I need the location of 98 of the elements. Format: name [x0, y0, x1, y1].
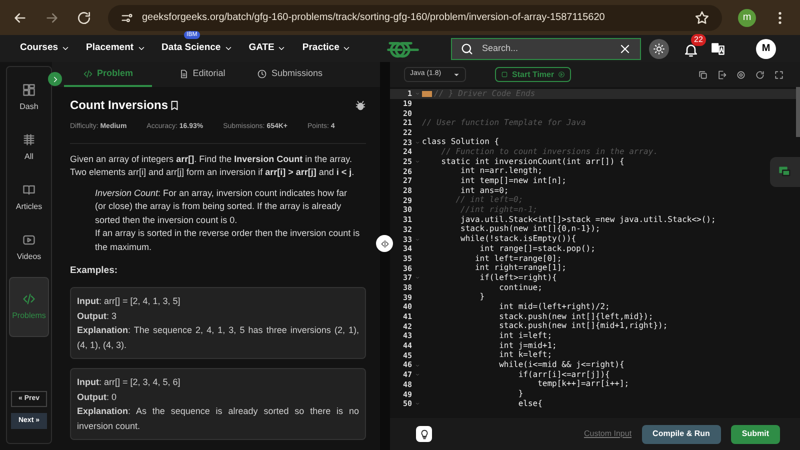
search-placeholder: Search... — [482, 42, 520, 55]
bug-icon[interactable] — [355, 100, 366, 110]
code-line: int n=arr.length; — [460, 165, 542, 176]
code-line: } — [478, 291, 485, 304]
play-icon — [558, 71, 566, 78]
caret-icon — [342, 44, 352, 53]
code-icon — [82, 68, 93, 78]
note-text: Inversion Count: For an array, inversion count indicates how far (or close) the array is from being sorted. If the array is already sorted then the inversion count is 0. — [95, 186, 348, 226]
code-line: java.util.Stack<int[]>stack =new java.util.Stack<>(); — [460, 214, 716, 225]
example-line: Output: 3 — [77, 310, 118, 323]
timer-icon — [501, 71, 508, 78]
code-line: class Solution { — [422, 136, 500, 148]
code-line: int left=range[0]; — [474, 253, 562, 264]
tab[interactable]: Submissions — [246, 62, 334, 87]
code-line: if(left>=right){ — [478, 272, 557, 284]
code-comment: //int right=n-1; — [460, 204, 538, 216]
code-icon — [22, 292, 36, 306]
search-icon — [460, 42, 474, 56]
code-line: stack.push(new int[]{mid+1,right}); — [498, 321, 668, 332]
example-line: Explanation: As the sequence is already sorted so there is no inversion count. — [77, 405, 359, 433]
tab[interactable]: Editorial — [158, 62, 246, 87]
bell-icon[interactable] — [683, 42, 699, 58]
chat-icon — [778, 165, 792, 179]
caret-icon — [61, 44, 70, 53]
star-icon[interactable] — [694, 10, 710, 26]
code-line: int temp[]=new int[n]; — [460, 175, 566, 186]
compile-run-button[interactable]: Compile & Run — [642, 424, 721, 444]
start-timer-button[interactable]: Start Timer — [495, 67, 572, 82]
example-line: Explanation: The sequence 2, 4, 1, 3, 5 has three inversions (2, 1), (4, 1), (4, 3). — [77, 324, 359, 352]
code-line: int mid=(left+right)/2; — [498, 300, 610, 312]
sidebar-item[interactable]: Videos — [9, 227, 49, 269]
code-line: continue; — [498, 282, 542, 294]
code-line: if(arr[i]<=arr[j]){ — [517, 369, 610, 380]
settings-icon[interactable] — [736, 70, 746, 80]
code-comment: // Function to count inversions in the array. — [440, 146, 658, 158]
code-comment: // int left=0; — [454, 194, 524, 206]
scrollbar[interactable] — [796, 87, 800, 137]
code-line: static int inversionCount(int arr[]) { — [440, 156, 624, 166]
caret-icon — [453, 71, 460, 78]
bookmark-icon[interactable] — [169, 100, 180, 110]
code-line: else{ — [517, 398, 542, 410]
note-text: If an array is sorted in the reverse order then the inversion count is the maximum. — [95, 227, 360, 254]
example-line: Output: 0 — [77, 390, 118, 404]
code-line: int k=left; — [498, 350, 552, 360]
caret-icon — [136, 44, 146, 53]
problem-title: Count Inversions — [70, 97, 168, 114]
code-line: stack.push(new int[]{left,mid}); — [498, 311, 654, 322]
example-line: Input: arr[] = [2, 3, 4, 5, 6] — [77, 376, 182, 390]
export-icon[interactable] — [717, 70, 727, 80]
sidebar-item[interactable]: Articles — [9, 177, 49, 219]
reload-icon[interactable] — [76, 10, 92, 26]
address-bar[interactable]: geeksforgeeks.org/batch/gfg-160-problems/track/sorting-gfg-160/problem/inversion-of-array-1587115620 — [108, 4, 722, 30]
fullscreen-icon[interactable] — [774, 70, 784, 80]
problem-description: Given an array of integers arr[]. Find the Inversion Count in the array. Two elements arr[i] and arr[j] form an inversion if arr[i] > arr[j] and i < j. — [70, 152, 356, 178]
code-line: temp[k++]=arr[i++]; — [538, 379, 630, 390]
grid-icon — [22, 133, 36, 147]
nav-menu[interactable]: GATE — [248, 41, 286, 56]
folded-code-marker[interactable] — [422, 90, 432, 97]
theme-toggle[interactable] — [649, 38, 669, 58]
document-icon — [178, 68, 189, 78]
examples-heading: Examples: — [70, 264, 119, 278]
book-icon — [22, 183, 36, 197]
submit-button[interactable]: Submit — [730, 424, 780, 444]
nav-menu[interactable]: Practice — [302, 41, 352, 56]
code-line: int right=range[1]; — [474, 263, 566, 274]
nav-menu[interactable]: Placement — [86, 41, 146, 56]
copy-icon[interactable] — [698, 70, 708, 80]
caret-icon — [224, 44, 233, 53]
search-field[interactable]: Search... — [451, 38, 641, 60]
sun-icon — [653, 42, 665, 54]
nav-menu[interactable]: Data Science — [162, 41, 233, 56]
code-line: stack.push(new int[]{0,n-1}); — [460, 224, 600, 234]
code-line: int i=left; — [498, 330, 552, 342]
code-line: } — [517, 388, 524, 400]
url-text: geeksforgeeks.org/batch/gfg-160-problems/track/sorting-gfg-160/problem/inversion-of-array-1587115620 — [142, 11, 605, 25]
tab[interactable]: Problem — [64, 62, 152, 87]
example-line: Input: arr[] = [2, 4, 1, 3, 5] — [77, 295, 182, 308]
clock-icon — [257, 68, 268, 78]
caret-icon — [277, 44, 286, 53]
resize-icon — [380, 238, 390, 248]
lightbulb-icon — [418, 428, 430, 440]
reset-icon[interactable] — [755, 70, 765, 80]
nav-menu[interactable]: Courses — [20, 41, 70, 56]
user-avatar[interactable]: M — [756, 38, 776, 58]
code-line: while(!stack.isEmpty()){ — [460, 233, 576, 244]
sidebar-item[interactable]: Dash — [9, 77, 49, 119]
hint-button[interactable] — [416, 426, 432, 442]
translate-icon[interactable] — [711, 42, 725, 56]
code-line: int range[]=stack.pop(); — [478, 243, 596, 254]
code-line: int j=mid+1; — [498, 340, 557, 350]
sidebar-item[interactable]: All — [9, 127, 49, 169]
chat-button[interactable] — [770, 157, 800, 187]
custom-input-link[interactable]: Custom Input — [584, 428, 632, 440]
code-line: int ans=0; — [460, 185, 509, 196]
dashboard-icon — [22, 83, 36, 97]
code-comment: // User function Template for Java — [422, 116, 586, 129]
play-icon — [22, 233, 36, 247]
code-line: while(i<=mid && j<=right){ — [498, 359, 624, 370]
